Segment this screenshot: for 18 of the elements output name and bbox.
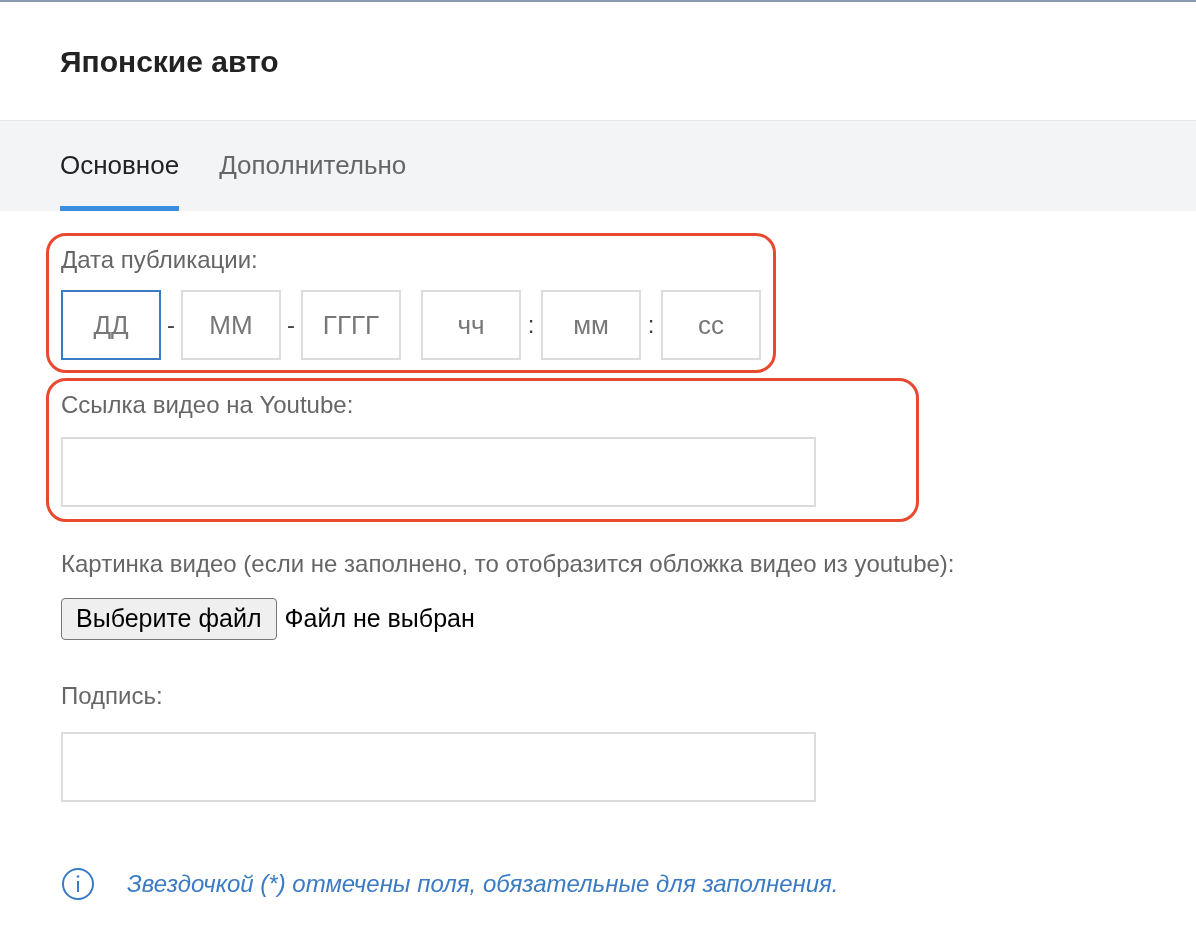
info-icon [61, 867, 95, 901]
caption-field[interactable] [61, 732, 816, 802]
field-label: Дата публикации: [61, 245, 259, 275]
separator: : [646, 310, 656, 340]
separator: - [166, 310, 176, 340]
page-title: Японские авто [60, 43, 279, 80]
field-label: Подпись: [61, 681, 164, 711]
tab[interactable]: Основное [60, 121, 180, 211]
required-fields-note: Звездочкой (*) отмечены поля, обязательные для заполнения. [127, 869, 839, 899]
field-label: Ссылка видео на Youtube: [61, 390, 355, 420]
tab[interactable]: Дополнительно [219, 121, 407, 211]
youtube-link-field[interactable] [61, 437, 816, 507]
separator: : [526, 310, 536, 340]
choose-file-button[interactable]: Выберите файл [61, 598, 277, 640]
separator: - [286, 310, 296, 340]
date-field[interactable]: ДД [61, 290, 161, 360]
field-label: Картинка видео (если не заполнено, то отобразится обложка видео из youtube): [61, 549, 956, 579]
file-status: Файл не выбран [284, 603, 475, 635]
